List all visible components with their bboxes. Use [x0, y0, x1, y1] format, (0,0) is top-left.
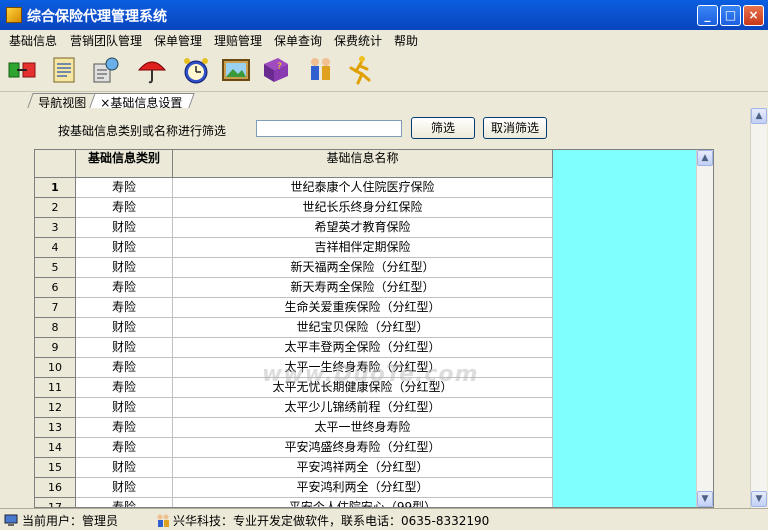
menu-policy[interactable]: 保单管理 — [154, 32, 202, 49]
watermark-icon: www.DuoTe.com — [262, 362, 479, 387]
cell-name[interactable]: 太平一世终身寿险 — [173, 418, 553, 438]
row-number[interactable]: 17 — [35, 498, 76, 507]
row-number[interactable]: 11 — [35, 378, 76, 398]
cell-type[interactable]: 财险 — [76, 258, 173, 278]
manage-icon[interactable] — [90, 54, 122, 86]
cell-type[interactable]: 寿险 — [76, 278, 173, 298]
menu-bar: 基础信息 营销团队管理 保单管理 理赔管理 保单查询 保费统计 帮助 — [0, 30, 768, 50]
cell-name[interactable]: 新天寿两全保险（分红型） — [173, 278, 553, 298]
cell-name[interactable]: 平安鸿盛终身寿险（分红型） — [173, 438, 553, 458]
toolbar: ? — [0, 50, 768, 92]
status-bar: 当前用户：管理员 兴华科技：专业开发定做软件，联系电话：0635-8332190 — [0, 508, 768, 530]
cell-type[interactable]: 寿险 — [76, 498, 173, 507]
window-scroll-down-icon[interactable]: ▼ — [751, 491, 767, 507]
computer-icon — [4, 514, 18, 526]
title-bar: 综合保险代理管理系统 _ □ × — [0, 0, 768, 30]
menu-basic-info[interactable]: 基础信息 — [9, 32, 57, 49]
menu-help[interactable]: 帮助 — [394, 32, 418, 49]
picture-icon[interactable] — [220, 54, 252, 86]
cell-name[interactable]: 平安个人住院安心（99型） — [173, 498, 553, 507]
row-number[interactable]: 8 — [35, 318, 76, 338]
cell-type[interactable]: 财险 — [76, 398, 173, 418]
cell-name[interactable]: 世纪长乐终身分红保险 — [173, 198, 553, 218]
users-icon[interactable] — [305, 54, 337, 86]
column-header-type[interactable]: 基础信息类别 — [76, 150, 173, 178]
filter-input[interactable] — [256, 120, 402, 137]
status-user: 当前用户：管理员 — [22, 514, 119, 528]
row-number[interactable]: 5 — [35, 258, 76, 278]
cell-type[interactable]: 寿险 — [76, 418, 173, 438]
row-number[interactable]: 4 — [35, 238, 76, 258]
document-icon[interactable] — [48, 54, 80, 86]
app-icon — [6, 7, 22, 23]
row-header-corner — [35, 150, 76, 178]
cancel-filter-button[interactable]: 取消筛选 — [483, 117, 547, 139]
window-scrollbar[interactable]: ▲ ▼ — [750, 108, 767, 508]
menu-sales-team[interactable]: 营销团队管理 — [70, 32, 142, 49]
users-small-icon — [157, 514, 169, 527]
content-area: 按基础信息类别或名称进行筛选 筛选 取消筛选 基础信息类别 基础信息名称 1 寿险… — [0, 108, 750, 508]
cell-type[interactable]: 财险 — [76, 318, 173, 338]
umbrella-icon[interactable] — [136, 54, 168, 86]
cell-type[interactable]: 财险 — [76, 238, 173, 258]
cell-name[interactable]: 太平少儿锦绣前程（分红型） — [173, 398, 553, 418]
cell-type[interactable]: 财险 — [76, 218, 173, 238]
grid-scrollbar[interactable]: ▲ ▼ — [696, 150, 713, 507]
cell-name[interactable]: 平安鸿祥两全（分红型） — [173, 458, 553, 478]
row-number[interactable]: 9 — [35, 338, 76, 358]
cell-name[interactable]: 生命关爱重疾保险（分红型） — [173, 298, 553, 318]
cell-name[interactable]: 世纪泰康个人住院医疗保险 — [173, 178, 553, 198]
exit-icon[interactable] — [6, 54, 38, 86]
row-number[interactable]: 1 — [35, 178, 76, 198]
row-number[interactable]: 6 — [35, 278, 76, 298]
cell-type[interactable]: 寿险 — [76, 178, 173, 198]
status-company: 兴华科技：专业开发定做软件，联系电话：0635-8332190 — [173, 514, 490, 528]
row-number[interactable]: 15 — [35, 458, 76, 478]
cell-type[interactable]: 寿险 — [76, 298, 173, 318]
cell-name[interactable]: 希望英才教育保险 — [173, 218, 553, 238]
tab-navigation[interactable]: 导航视图 — [27, 93, 99, 110]
cell-type[interactable]: 寿险 — [76, 438, 173, 458]
scroll-down-icon[interactable]: ▼ — [697, 491, 713, 507]
row-number[interactable]: 12 — [35, 398, 76, 418]
row-number[interactable]: 3 — [35, 218, 76, 238]
window-scroll-up-icon[interactable]: ▲ — [751, 108, 767, 124]
run-icon[interactable] — [344, 54, 376, 86]
cell-type[interactable]: 寿险 — [76, 198, 173, 218]
row-number[interactable]: 2 — [35, 198, 76, 218]
window-title: 综合保险代理管理系统 — [27, 9, 167, 25]
cell-name[interactable]: 吉祥相伴定期保险 — [173, 238, 553, 258]
cell-type[interactable]: 寿险 — [76, 358, 173, 378]
cell-type[interactable]: 财险 — [76, 478, 173, 498]
menu-claims[interactable]: 理赔管理 — [214, 32, 262, 49]
minimize-button[interactable]: _ — [697, 5, 718, 26]
filter-button[interactable]: 筛选 — [411, 117, 475, 139]
column-header-name[interactable]: 基础信息名称 — [173, 150, 553, 178]
maximize-button[interactable]: □ — [720, 5, 741, 26]
data-grid[interactable]: 基础信息类别 基础信息名称 1 寿险 世纪泰康个人住院医疗保险 2 寿险 世纪长乐终身分红… — [34, 149, 714, 508]
row-number[interactable]: 14 — [35, 438, 76, 458]
cell-name[interactable]: 世纪宝贝保险（分红型） — [173, 318, 553, 338]
row-number[interactable]: 10 — [35, 358, 76, 378]
close-button[interactable]: × — [743, 5, 764, 26]
tab-bar: 导航视图 ×基础信息设置 — [0, 92, 768, 110]
menu-policy-query[interactable]: 保单查询 — [274, 32, 322, 49]
svg-text:?: ? — [277, 62, 282, 72]
cell-type[interactable]: 寿险 — [76, 378, 173, 398]
menu-premium-stats[interactable]: 保费统计 — [334, 32, 382, 49]
tab-basic-info-settings[interactable]: ×基础信息设置 — [89, 93, 195, 110]
scroll-up-icon[interactable]: ▲ — [697, 150, 713, 166]
cell-name[interactable]: 新天福两全保险（分红型） — [173, 258, 553, 278]
cell-type[interactable]: 财险 — [76, 338, 173, 358]
help-book-icon[interactable]: ? — [260, 54, 292, 86]
cell-name[interactable]: 平安鸿利两全（分红型） — [173, 478, 553, 498]
row-number[interactable]: 7 — [35, 298, 76, 318]
row-number[interactable]: 16 — [35, 478, 76, 498]
row-number[interactable]: 13 — [35, 418, 76, 438]
filter-label: 按基础信息类别或名称进行筛选 — [58, 124, 227, 138]
cell-name[interactable]: 太平丰登两全保险（分红型） — [173, 338, 553, 358]
alarm-clock-icon[interactable] — [180, 54, 212, 86]
cell-type[interactable]: 财险 — [76, 458, 173, 478]
